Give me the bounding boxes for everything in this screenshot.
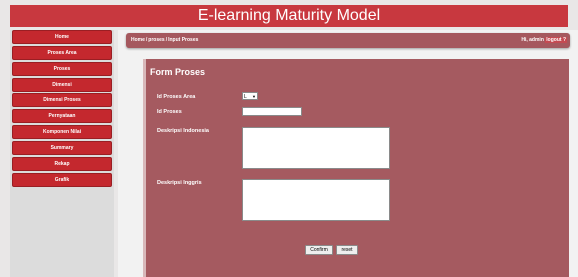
deskripsi-indonesia-textarea[interactable]	[242, 127, 390, 169]
breadcrumb-current: Input Proses	[168, 37, 199, 43]
user-info: Hi, admin logout ?	[521, 33, 567, 48]
breadcrumb-home-link[interactable]: Home	[131, 37, 145, 43]
user-name: admin	[529, 37, 544, 43]
label-deskripsi-indonesia: Deskripsi Indonesia	[157, 128, 209, 134]
sidebar-item-pernyataan[interactable]: Pernyataan	[12, 109, 112, 124]
logout-link[interactable]: logout ?	[545, 37, 567, 43]
breadcrumb: Home/proses/Input Proses	[131, 33, 199, 48]
sidebar-item-summary[interactable]: Summary	[12, 140, 112, 155]
deskripsi-inggris-textarea[interactable]	[242, 179, 390, 221]
app-title: E-learning Maturity Model	[197, 7, 381, 24]
form-title: Form Proses	[150, 67, 206, 77]
chevron-down-icon: ▼	[252, 94, 256, 99]
form-panel: Form Proses Id Proses Area L ▼ Id Proses…	[143, 59, 569, 277]
id-proses-area-select[interactable]: L ▼	[242, 92, 258, 100]
sidebar-item-proses-area[interactable]: Proses Area	[12, 45, 112, 60]
sidebar-item-grafik[interactable]: Grafik	[12, 172, 112, 187]
confirm-button[interactable]: Confirm	[305, 245, 333, 255]
sidebar-item-dimensi[interactable]: Dimensi	[12, 77, 112, 92]
label-deskripsi-inggris: Deskripsi Inggris	[157, 180, 202, 186]
breadcrumb-proses-link[interactable]: proses	[148, 37, 164, 43]
sidebar-item-komponen-nilai[interactable]: Komponen Nilai	[12, 125, 112, 140]
breadcrumb-separator: /	[165, 37, 168, 43]
select-value: L	[244, 94, 247, 100]
reset-button[interactable]: reset	[336, 245, 358, 255]
sidebar-item-proses[interactable]: Proses	[12, 61, 112, 76]
label-id-proses-area: Id Proses Area	[157, 94, 196, 100]
sidebar-item-rekap[interactable]: Rekap	[12, 156, 112, 171]
sidebar-item-home[interactable]: Home	[12, 30, 112, 44]
user-greeting: Hi,	[521, 37, 528, 43]
id-proses-input[interactable]	[242, 107, 302, 116]
sidebar-item-dimensi-proses[interactable]: Dimensi Proses	[12, 93, 112, 108]
app-header: E-learning Maturity Model	[10, 5, 568, 27]
label-id-proses: Id Proses	[157, 109, 182, 115]
sidebar-menu: Home Proses Area Proses Dimensi Dimensi …	[12, 30, 112, 188]
breadcrumb-bar: Home/proses/Input Proses Hi, admin logou…	[126, 33, 570, 48]
